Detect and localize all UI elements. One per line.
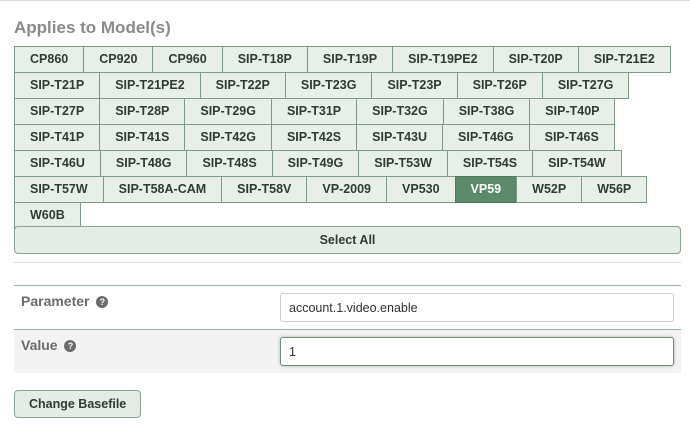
model-button-sip-t20p[interactable]: SIP-T20P (492, 46, 579, 73)
model-button-sip-t42g[interactable]: SIP-T42G (184, 124, 272, 151)
model-button-sip-t49g[interactable]: SIP-T49G (271, 150, 360, 177)
section-divider (14, 262, 681, 263)
model-button-sip-t46s[interactable]: SIP-T46S (528, 124, 615, 151)
model-button-sip-t26p[interactable]: SIP-T26P (456, 72, 543, 99)
model-button-sip-t32g[interactable]: SIP-T32G (356, 98, 444, 125)
value-row: Value ? (14, 329, 681, 373)
model-button-vp59[interactable]: VP59 (454, 176, 518, 203)
value-label: Value (21, 337, 58, 353)
parameter-row: Parameter ? (14, 285, 681, 329)
model-button-sip-t31p[interactable]: SIP-T31P (270, 98, 358, 125)
model-button-sip-t21e2[interactable]: SIP-T21E2 (577, 46, 671, 73)
model-button-sip-t54s[interactable]: SIP-T54S (446, 150, 534, 177)
model-button-sip-t53w[interactable]: SIP-T53W (358, 150, 448, 177)
model-button-sip-t28p[interactable]: SIP-T28P (99, 98, 186, 125)
model-button-cp920[interactable]: CP920 (83, 46, 154, 73)
change-basefile-button[interactable]: Change Basefile (14, 390, 142, 418)
value-input[interactable] (280, 337, 674, 366)
model-button-sip-t48s[interactable]: SIP-T48S (186, 150, 273, 177)
help-icon[interactable]: ? (96, 296, 109, 308)
select-all-button[interactable]: Select All (14, 226, 681, 254)
model-button-sip-t48g[interactable]: SIP-T48G (99, 150, 188, 177)
model-button-sip-t38g[interactable]: SIP-T38G (442, 98, 531, 125)
model-button-cp960[interactable]: CP960 (152, 46, 223, 73)
help-icon[interactable]: ? (64, 340, 77, 352)
model-button-w52p[interactable]: W52P (516, 176, 583, 203)
parameter-label: Parameter (21, 293, 90, 309)
page-title: Applies to Model(s) (14, 18, 171, 37)
model-button-sip-t43u[interactable]: SIP-T43U (356, 124, 444, 151)
model-button-sip-t29g[interactable]: SIP-T29G (184, 98, 272, 125)
model-button-sip-t46u[interactable]: SIP-T46U (14, 150, 101, 177)
model-button-grid: CP860 CP920 CP960 SIP-T18P SIP-T19P SIP-T19PE… (14, 46, 682, 229)
model-button-cp860[interactable]: CP860 (14, 46, 85, 73)
model-button-sip-t22p[interactable]: SIP-T22P (199, 72, 286, 99)
model-button-sip-t58a-cam[interactable]: SIP-T58A-CAM (102, 176, 223, 203)
model-button-sip-t41s[interactable]: SIP-T41S (99, 124, 186, 151)
model-button-sip-t54w[interactable]: SIP-T54W (532, 150, 622, 177)
parameter-input[interactable] (280, 293, 674, 322)
model-button-sip-t57w[interactable]: SIP-T57W (14, 176, 104, 203)
model-button-sip-t23p[interactable]: SIP-T23P (371, 72, 458, 99)
parameter-label-group: Parameter ? (21, 293, 109, 309)
model-button-sip-t58v[interactable]: SIP-T58V (221, 176, 308, 203)
top-divider (0, 0, 690, 1)
model-button-w60b[interactable]: W60B (14, 202, 81, 229)
model-button-sip-t21p[interactable]: SIP-T21P (14, 72, 101, 99)
model-button-sip-t19p[interactable]: SIP-T19P (306, 46, 394, 73)
model-button-sip-t27g[interactable]: SIP-T27G (541, 72, 630, 99)
model-button-sip-t40p[interactable]: SIP-T40P (529, 98, 616, 125)
model-button-vp530[interactable]: VP530 (386, 176, 456, 203)
model-button-sip-t21pe2[interactable]: SIP-T21PE2 (99, 72, 201, 99)
model-button-sip-t46g[interactable]: SIP-T46G (442, 124, 530, 151)
model-button-w56p[interactable]: W56P (581, 176, 648, 203)
model-button-sip-t27p[interactable]: SIP-T27P (14, 98, 101, 125)
model-button-sip-t19pe2[interactable]: SIP-T19PE2 (392, 46, 494, 73)
model-button-sip-t42s[interactable]: SIP-T42S (270, 124, 358, 151)
model-button-sip-t41p[interactable]: SIP-T41P (14, 124, 101, 151)
model-button-vp-2009[interactable]: VP-2009 (306, 176, 388, 203)
model-button-sip-t18p[interactable]: SIP-T18P (221, 46, 308, 73)
value-label-group: Value ? (21, 337, 77, 353)
model-button-sip-t23g[interactable]: SIP-T23G (284, 72, 373, 99)
